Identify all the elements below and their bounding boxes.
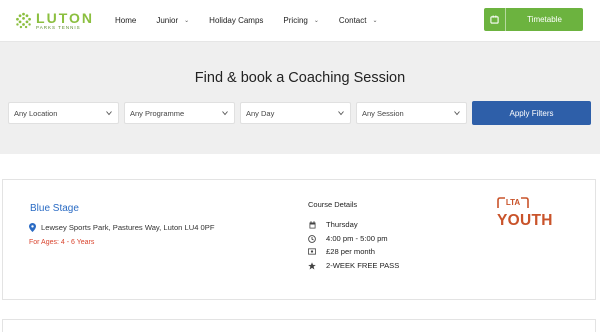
nav-home[interactable]: Home	[115, 16, 136, 25]
search-panel: Find & book a Coaching Session Any Locat…	[0, 42, 600, 154]
programme-filter-value: Any Programme	[130, 108, 185, 118]
programme-filter[interactable]: Any Programme	[124, 102, 235, 124]
chevron-down-icon	[106, 111, 112, 116]
logo-name: LUTON	[36, 10, 94, 27]
tennis-ball-logo-icon	[16, 12, 31, 29]
main-nav: Home Junior ⌄ Holiday Camps Pricing ⌄ Co…	[115, 0, 398, 40]
course-time-text: 4:00 pm - 5:00 pm	[326, 234, 388, 243]
nav-home-label: Home	[115, 15, 137, 25]
course-day: Thursday	[308, 220, 358, 229]
location-filter[interactable]: Any Location	[8, 102, 119, 124]
nav-contact-label: Contact	[338, 15, 367, 25]
site-header: LUTON PARKS TENNIS Home Junior ⌄ Holiday…	[0, 0, 600, 42]
nav-junior-label: Junior	[156, 15, 179, 25]
chevron-down-icon: ⌄	[372, 17, 378, 24]
session-filter[interactable]: Any Session	[356, 102, 467, 124]
day-filter-value: Any Day	[246, 108, 275, 118]
venue-address-text: Lewsey Sports Park, Pastures Way, Luton …	[41, 223, 215, 232]
nav-holiday-camps[interactable]: Holiday Camps	[209, 16, 263, 25]
nav-pricing[interactable]: Pricing ⌄	[283, 16, 318, 25]
session-card-next	[2, 319, 596, 332]
clock-icon	[308, 234, 316, 243]
chevron-down-icon: ⌄	[313, 17, 319, 24]
timetable-icon	[484, 8, 506, 31]
venue-title-link[interactable]: Blue Stage	[30, 203, 79, 214]
youth-badge-text: YOUTH	[497, 212, 553, 229]
money-icon	[308, 248, 316, 256]
age-range: For Ages: 4 - 6 Years	[29, 239, 95, 246]
site-logo[interactable]: LUTON PARKS TENNIS	[14, 8, 94, 34]
nav-pricing-label: Pricing	[283, 15, 308, 25]
course-offer-text: 2-WEEK FREE PASS	[326, 261, 400, 270]
logo-subtitle: PARKS TENNIS	[36, 25, 81, 31]
course-time: 4:00 pm - 5:00 pm	[308, 234, 388, 243]
location-filter-value: Any Location	[14, 108, 58, 118]
timetable-button[interactable]: Timetable	[484, 8, 583, 31]
course-offer: 2-WEEK FREE PASS	[308, 261, 399, 270]
course-price: £28 per month	[308, 247, 375, 256]
lta-badge-text: LTA	[506, 198, 521, 207]
course-details-heading: Course Details	[308, 200, 358, 209]
map-pin-icon	[29, 223, 36, 232]
venue-address: Lewsey Sports Park, Pastures Way, Luton …	[29, 223, 214, 232]
nav-contact[interactable]: Contact ⌄	[339, 16, 378, 25]
session-card: Blue Stage Lewsey Sports Park, Pastures …	[2, 179, 596, 300]
lta-youth-logo: LTA YOUTH	[497, 197, 553, 229]
star-icon	[308, 261, 316, 270]
chevron-down-icon: ⌄	[184, 17, 190, 24]
page-title: Find & book a Coaching Session	[194, 70, 406, 86]
apply-filters-button[interactable]: Apply Filters	[472, 101, 591, 125]
timetable-label: Timetable	[527, 15, 562, 24]
chevron-down-icon	[222, 111, 228, 116]
course-price-text: £28 per month	[326, 247, 375, 256]
chevron-down-icon	[338, 111, 344, 116]
course-day-text: Thursday	[326, 220, 358, 229]
nav-holiday-camps-label: Holiday Camps	[209, 15, 264, 25]
session-filter-value: Any Session	[362, 108, 404, 118]
nav-junior[interactable]: Junior ⌄	[156, 16, 189, 25]
calendar-icon	[308, 220, 316, 229]
chevron-down-icon	[454, 111, 460, 116]
day-filter[interactable]: Any Day	[240, 102, 351, 124]
